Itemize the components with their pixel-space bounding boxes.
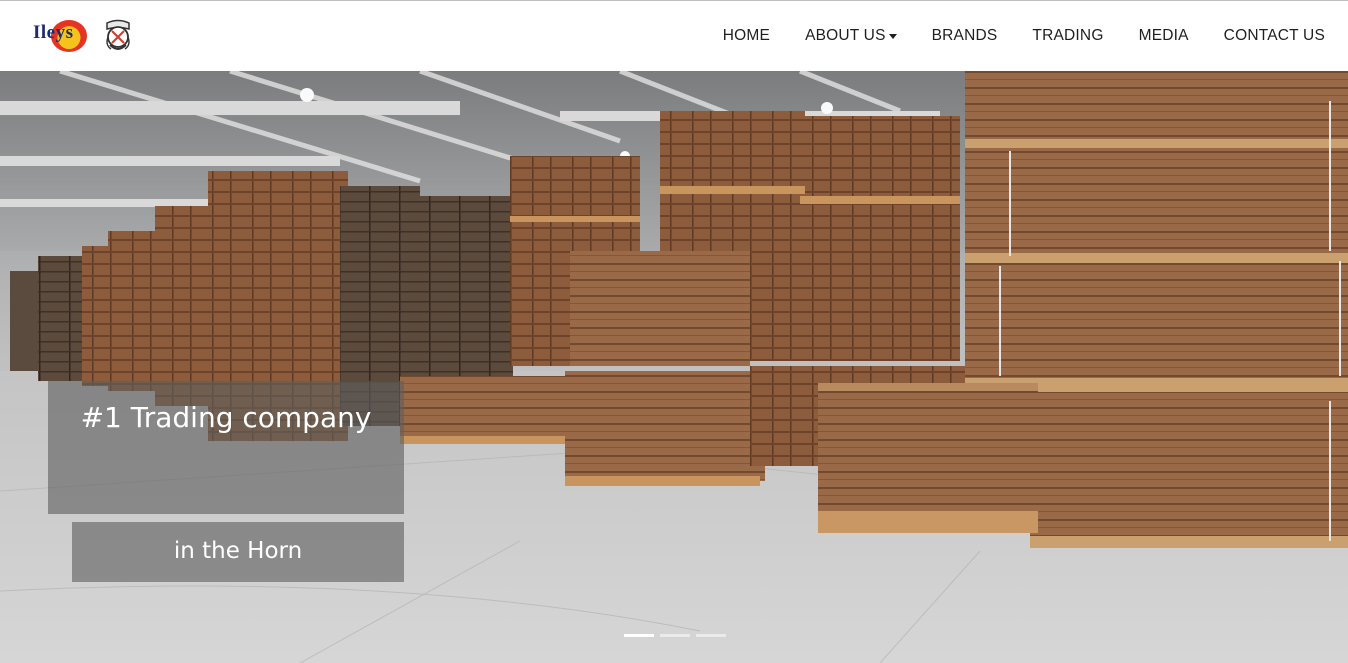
hero-caption-line1: #1 Trading company	[80, 401, 372, 434]
nav-contact-us[interactable]: CONTACT US	[1224, 27, 1325, 45]
logo-text: Ileys	[33, 22, 74, 43]
nav-trading[interactable]: TRADING	[1032, 27, 1103, 45]
nav-contact-us-label: CONTACT US	[1223, 27, 1325, 44]
hero-caption-primary: #1 Trading company	[48, 381, 404, 514]
carousel-indicator-1[interactable]	[624, 634, 654, 637]
hero-carousel: #1 Trading company in the Horn	[0, 71, 1348, 663]
hero-caption-secondary: in the Horn	[72, 522, 404, 582]
nav-media-label: MEDIA	[1138, 27, 1189, 44]
carousel-indicators	[624, 634, 726, 637]
top-navbar: Ileys HOME ABOUT US BRANDS TRADING MEDIA…	[0, 0, 1348, 71]
emblem-logo-icon[interactable]	[99, 17, 137, 55]
carousel-indicator-2[interactable]	[660, 634, 690, 637]
nav-home[interactable]: HOME	[723, 27, 770, 45]
nav-trading-label: TRADING	[1032, 27, 1104, 44]
carousel-indicator-3[interactable]	[696, 634, 726, 637]
nav-media[interactable]: MEDIA	[1139, 27, 1189, 45]
ileys-logo[interactable]: Ileys	[33, 18, 89, 54]
nav-brands-label: BRANDS	[931, 27, 998, 44]
nav-home-label: HOME	[722, 27, 771, 44]
caret-down-icon	[888, 33, 897, 39]
nav-about-us-label: ABOUT US	[805, 27, 886, 44]
nav-about-us[interactable]: ABOUT US	[805, 27, 897, 45]
hero-caption-line2: in the Horn	[173, 538, 303, 564]
nav-brands[interactable]: BRANDS	[932, 27, 998, 45]
brand-area: Ileys	[0, 17, 137, 55]
main-nav: HOME ABOUT US BRANDS TRADING MEDIA CONTA…	[688, 27, 1348, 45]
